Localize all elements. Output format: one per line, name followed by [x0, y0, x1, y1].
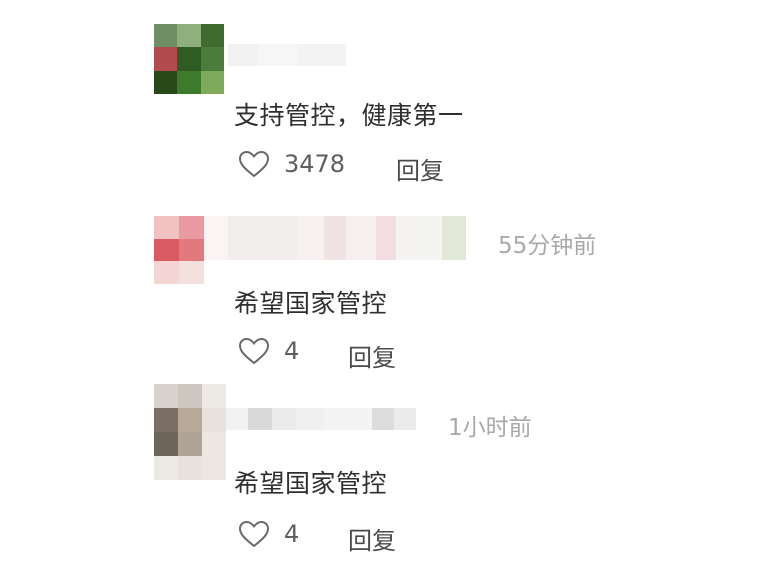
- comment-text: 希望国家管控: [234, 289, 388, 318]
- reply-button[interactable]: 回复: [348, 521, 396, 556]
- like-count: 3478: [284, 150, 346, 178]
- avatar-pixel: [179, 261, 204, 284]
- avatar-pixel: [177, 47, 201, 71]
- avatar-pixel: [200, 70, 224, 94]
- avatar-pixel: [154, 456, 178, 480]
- comment-text: 希望国家管控: [234, 469, 388, 498]
- avatar-pixel: [154, 432, 178, 456]
- heart-icon: [238, 150, 270, 178]
- avatar-pixel: [178, 408, 202, 432]
- comment-time: 55分钟前: [498, 233, 597, 259]
- like-button[interactable]: 4: [238, 337, 299, 365]
- username-blurred[interactable]: [226, 408, 416, 430]
- avatar[interactable]: [154, 384, 226, 480]
- like-button[interactable]: 4: [238, 520, 299, 548]
- avatar-pixel: [154, 47, 178, 71]
- avatar-pixel: [202, 432, 226, 456]
- avatar-pixel: [154, 70, 178, 94]
- avatar-pixel: [154, 238, 179, 262]
- avatar-pixel: [200, 24, 224, 48]
- like-count: 4: [284, 337, 300, 365]
- reply-button[interactable]: 回复: [348, 338, 396, 373]
- avatar-pixel: [154, 216, 179, 239]
- avatar-pixel: [154, 261, 179, 284]
- avatar-pixel: [200, 47, 224, 71]
- avatar-pixel: [177, 70, 201, 94]
- username-blurred[interactable]: [228, 44, 346, 66]
- avatar-pixel: [179, 216, 204, 239]
- avatar-pixel: [202, 384, 226, 408]
- avatar[interactable]: [154, 216, 204, 284]
- avatar-pixel: [154, 24, 178, 48]
- like-button[interactable]: 3478: [238, 150, 345, 178]
- avatar-pixel: [154, 384, 178, 408]
- heart-icon: [238, 520, 270, 548]
- heart-icon: [238, 337, 270, 365]
- avatar[interactable]: [154, 24, 224, 94]
- avatar-pixel: [178, 456, 202, 480]
- avatar-pixel: [178, 384, 202, 408]
- comment-text: 支持管控，健康第一: [234, 101, 464, 130]
- avatar-pixel: [178, 432, 202, 456]
- avatar-pixel: [154, 408, 178, 432]
- comment-time: 1小时前: [448, 415, 532, 441]
- avatar-pixel: [202, 456, 226, 480]
- avatar-pixel: [202, 408, 226, 432]
- like-count: 4: [284, 520, 300, 548]
- reply-button[interactable]: 回复: [396, 151, 444, 186]
- avatar-pixel: [179, 238, 204, 262]
- avatar-pixel: [177, 24, 201, 48]
- username-blurred[interactable]: [204, 216, 466, 260]
